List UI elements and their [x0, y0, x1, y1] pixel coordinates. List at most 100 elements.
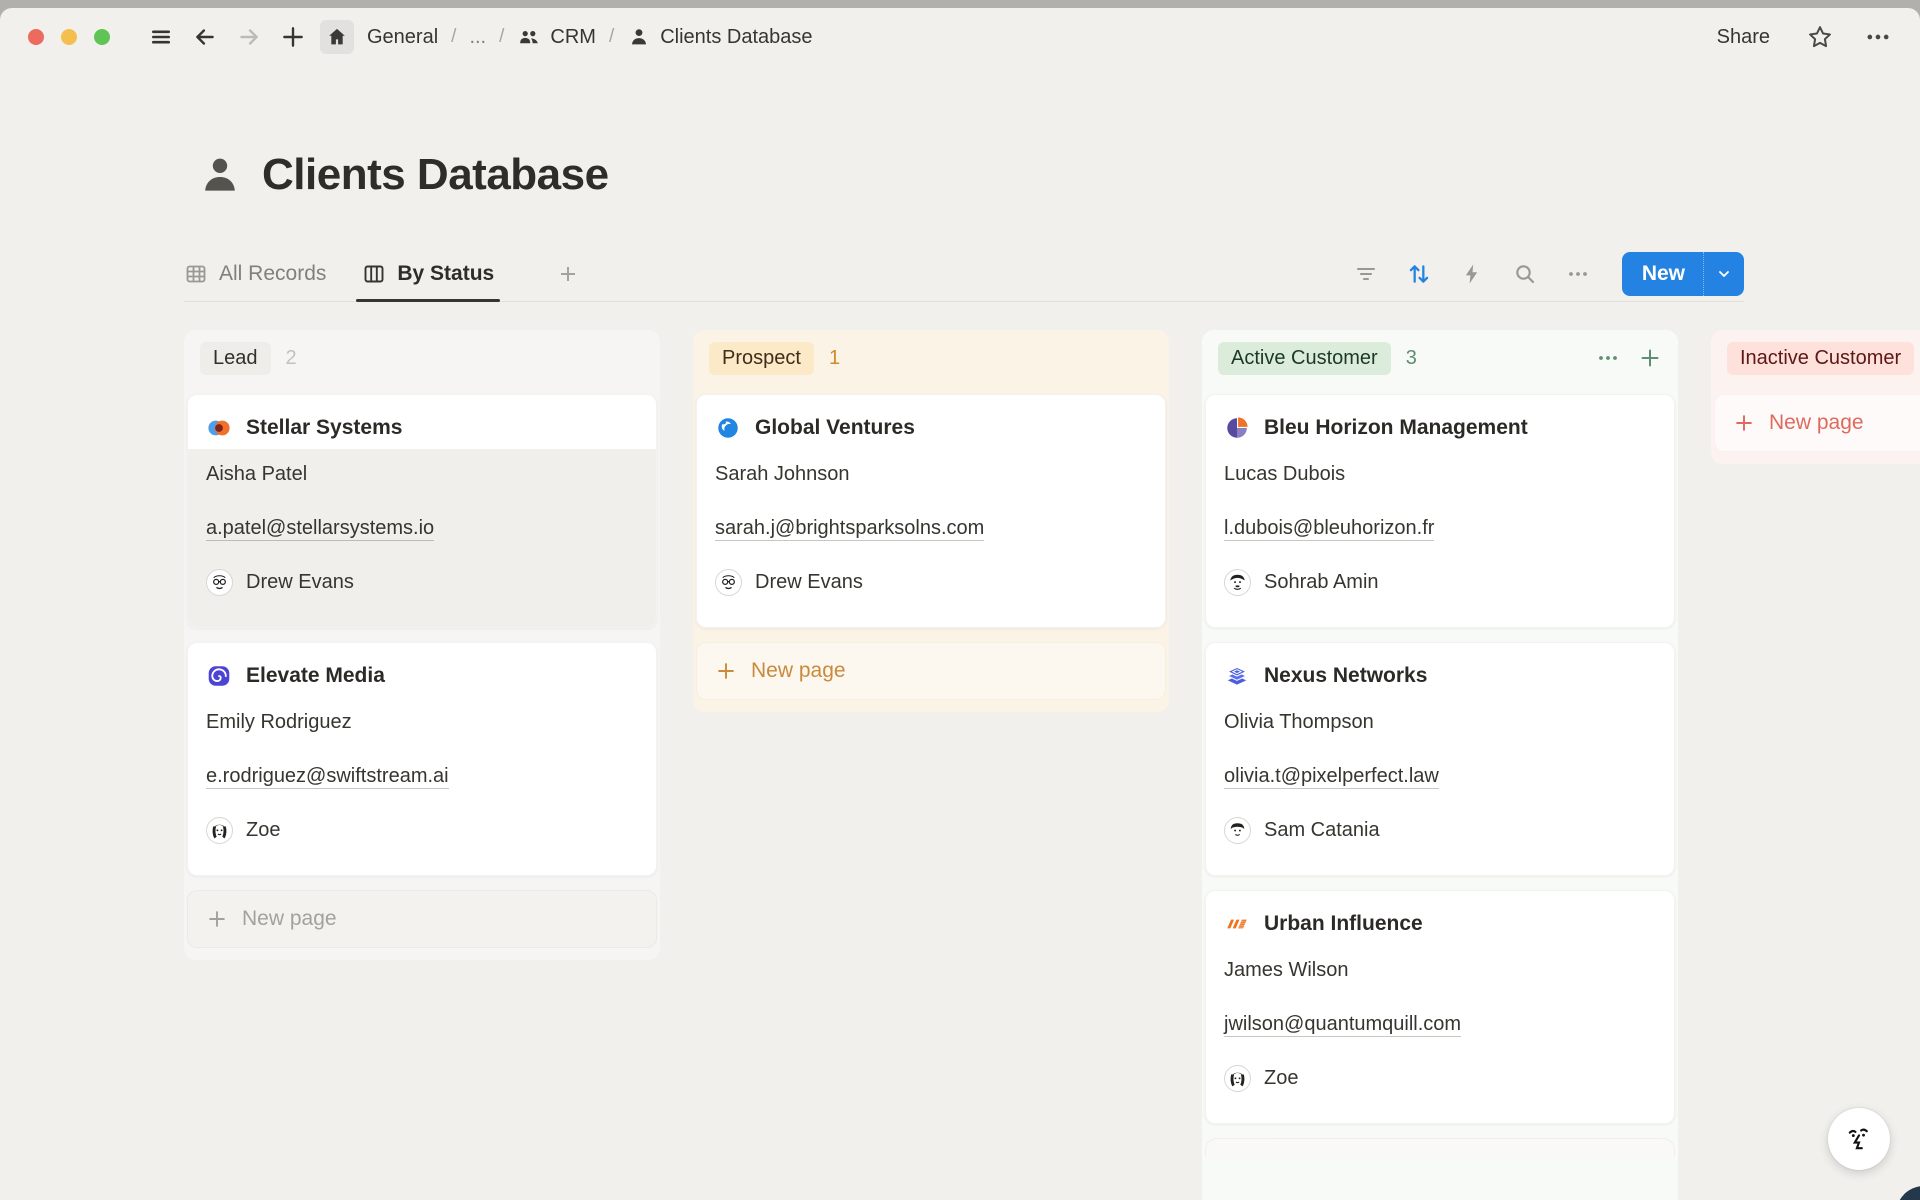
- owner-name: Sohrab Amin: [1264, 567, 1379, 597]
- contact-email[interactable]: e.rodriguez@swiftstream.ai: [206, 761, 638, 791]
- contact-name: Lucas Dubois: [1224, 459, 1656, 489]
- new-page-button[interactable]: New page: [696, 642, 1166, 700]
- card-title: Stellar Systems: [246, 416, 402, 440]
- drew-evans-avatar: [715, 569, 742, 596]
- view-more-icon[interactable]: [1565, 261, 1591, 287]
- breadcrumb-item-crm[interactable]: CRM: [513, 22, 600, 52]
- card-title: Bleu Horizon Management: [1264, 416, 1528, 440]
- column-count: 1: [829, 347, 840, 370]
- new-tab-button[interactable]: [276, 20, 310, 54]
- breadcrumb-label: Clients Database: [660, 26, 812, 49]
- spiral-logo-icon: [206, 663, 232, 689]
- column-add-icon[interactable]: [1638, 346, 1662, 370]
- stacked-layers-logo-icon: [1224, 663, 1250, 689]
- new-page-label: New page: [242, 907, 337, 931]
- new-record-button[interactable]: New: [1622, 252, 1744, 296]
- more-options-icon[interactable]: [1864, 23, 1892, 51]
- new-page-button[interactable]: New page: [187, 890, 657, 948]
- contact-email[interactable]: olivia.t@pixelperfect.law: [1224, 761, 1656, 791]
- contact-email[interactable]: sarah.j@brightsparksolns.com: [715, 513, 1147, 543]
- board-icon: [362, 262, 386, 286]
- client-card-urban-influence[interactable]: Urban Influence James Wilson jwilson@qua…: [1205, 890, 1675, 1124]
- client-card-nexus-networks[interactable]: Nexus Networks Olivia Thompson olivia.t@…: [1205, 642, 1675, 876]
- column-header[interactable]: Active Customer 3: [1205, 338, 1675, 378]
- page-title[interactable]: Clients Database: [262, 150, 609, 200]
- view-tabs: All Records By Status: [184, 246, 580, 302]
- share-button[interactable]: Share: [1711, 22, 1776, 53]
- contact-name: Aisha Patel: [206, 459, 638, 489]
- breadcrumb-item-clients-database[interactable]: Clients Database: [623, 22, 816, 52]
- home-icon: [326, 26, 348, 48]
- favorite-star-icon[interactable]: [1806, 23, 1834, 51]
- column-count: 3: [1406, 347, 1417, 370]
- tab-label: By Status: [397, 262, 494, 286]
- status-badge[interactable]: Inactive Customer: [1727, 342, 1914, 375]
- person-icon: [627, 25, 651, 49]
- client-card-global-ventures[interactable]: Global Ventures Sarah Johnson sarah.j@br…: [696, 394, 1166, 628]
- zoe-avatar: [206, 817, 233, 844]
- new-page-button[interactable]: New page: [1714, 394, 1920, 452]
- search-icon[interactable]: [1512, 261, 1538, 287]
- lightning-icon[interactable]: [1459, 261, 1485, 287]
- column-lead: Lead 2 Stellar Systems Aisha Patel a.pat…: [184, 330, 660, 960]
- page-header: Clients Database: [196, 150, 609, 200]
- owner-row: Zoe: [1224, 1063, 1656, 1093]
- client-card-stellar-systems[interactable]: Stellar Systems Aisha Patel a.patel@stel…: [187, 394, 657, 628]
- tab-by-status[interactable]: By Status: [362, 246, 494, 302]
- client-card-bleu-horizon[interactable]: Bleu Horizon Management Lucas Dubois l.d…: [1205, 394, 1675, 628]
- client-card-elevate-media[interactable]: Elevate Media Emily Rodriguez e.rodrigue…: [187, 642, 657, 876]
- arrow-left-icon: [192, 24, 218, 50]
- column-header[interactable]: Inactive Customer: [1714, 338, 1920, 378]
- sidebar-menu-button[interactable]: [144, 20, 178, 54]
- zoom-window-button[interactable]: [94, 29, 110, 45]
- owner-name: Sam Catania: [1264, 815, 1380, 845]
- plus-icon: [715, 660, 737, 682]
- home-button[interactable]: [320, 20, 354, 54]
- sam-catania-avatar: [1224, 817, 1251, 844]
- card-title: Urban Influence: [1264, 912, 1423, 936]
- chevron-down-icon: [1716, 266, 1732, 282]
- contact-name: Sarah Johnson: [715, 459, 1147, 489]
- contact-name: James Wilson: [1224, 955, 1656, 985]
- back-button[interactable]: [188, 20, 222, 54]
- status-badge[interactable]: Lead: [200, 342, 271, 375]
- breadcrumb-label: General: [367, 26, 438, 49]
- breadcrumb-item-general[interactable]: General: [363, 23, 442, 52]
- new-button-dropdown[interactable]: [1704, 252, 1744, 296]
- forward-button[interactable]: [232, 20, 266, 54]
- add-view-button[interactable]: [556, 262, 580, 286]
- card-title: Nexus Networks: [1264, 664, 1427, 688]
- breadcrumb: General / ... / CRM / Clients Database: [320, 20, 817, 54]
- contact-email[interactable]: jwilson@quantumquill.com: [1224, 1009, 1656, 1039]
- status-badge[interactable]: Active Customer: [1218, 342, 1391, 375]
- tab-all-records[interactable]: All Records: [184, 246, 326, 302]
- contact-email[interactable]: l.dubois@bleuhorizon.fr: [1224, 513, 1656, 543]
- diagonal-stripes-logo-icon: [1224, 911, 1250, 937]
- topbar: General / ... / CRM / Clients Database: [0, 8, 1920, 66]
- column-header[interactable]: Lead 2: [187, 338, 657, 378]
- new-page-button-partial[interactable]: [1205, 1138, 1675, 1156]
- pie-quarters-logo-icon: [1224, 415, 1250, 441]
- owner-name: Drew Evans: [755, 567, 863, 597]
- arrow-right-icon: [236, 24, 262, 50]
- breadcrumb-collapsed[interactable]: ...: [465, 23, 490, 52]
- sort-icon[interactable]: [1406, 261, 1432, 287]
- column-prospect: Prospect 1 Global Ventures Sarah Johnson…: [693, 330, 1169, 712]
- contact-email[interactable]: a.patel@stellarsystems.io: [206, 513, 638, 543]
- notion-ai-button[interactable]: [1828, 1108, 1890, 1170]
- column-inactive-customer: Inactive Customer New page: [1711, 330, 1920, 464]
- column-header[interactable]: Prospect 1: [696, 338, 1166, 378]
- new-button-label[interactable]: New: [1622, 252, 1704, 296]
- page-person-icon[interactable]: [196, 151, 244, 199]
- filter-icon[interactable]: [1353, 261, 1379, 287]
- close-window-button[interactable]: [28, 29, 44, 45]
- plus-icon: [206, 908, 228, 930]
- column-menu-icon[interactable]: [1596, 346, 1620, 370]
- plus-icon: [1733, 412, 1755, 434]
- owner-name: Zoe: [1264, 1063, 1298, 1093]
- minimize-window-button[interactable]: [61, 29, 77, 45]
- breadcrumb-label: ...: [469, 26, 486, 49]
- status-badge[interactable]: Prospect: [709, 342, 814, 375]
- kanban-board: Lead 2 Stellar Systems Aisha Patel a.pat…: [0, 330, 1920, 1200]
- venn-circles-logo-icon: [206, 415, 232, 441]
